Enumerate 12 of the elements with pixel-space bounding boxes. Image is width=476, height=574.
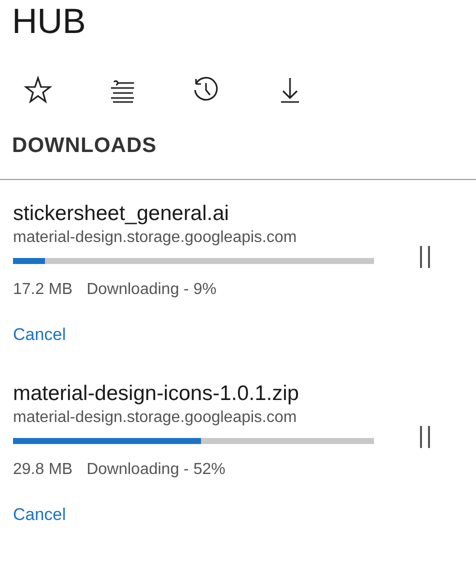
hub-title: HUB bbox=[11, 1, 87, 43]
file-size: 17.2 MB bbox=[13, 280, 73, 300]
file-size: 29.8 MB bbox=[13, 460, 73, 480]
download-status: Downloading - 52% bbox=[86, 460, 226, 480]
cancel-link[interactable]: Cancel bbox=[13, 324, 66, 346]
file-source: material-design.storage.googleapis.com bbox=[13, 228, 298, 248]
download-status: Downloading - 9% bbox=[86, 280, 216, 300]
cancel-link[interactable]: Cancel bbox=[13, 504, 66, 526]
file-name: material-design-icons-1.0.1.zip bbox=[13, 381, 300, 407]
file-name: stickersheet_general.ai bbox=[13, 201, 230, 227]
file-source: material-design.storage.googleapis.com bbox=[13, 408, 298, 428]
section-heading: DOWNLOADS bbox=[11, 133, 158, 159]
